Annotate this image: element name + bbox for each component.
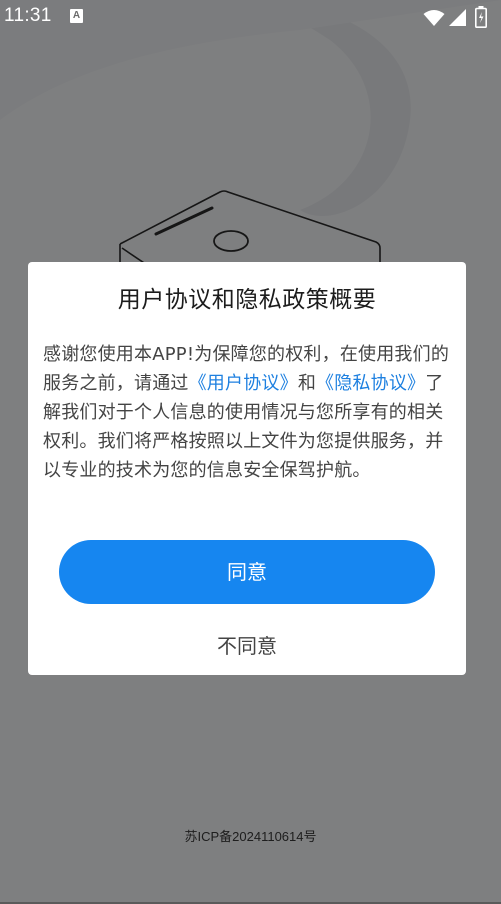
status-icons: [423, 6, 493, 28]
disagree-button[interactable]: 不同意: [167, 628, 327, 664]
status-time: 11:31: [4, 5, 52, 26]
dialog-body-text: 感谢您使用本APP!为保障您的权利，在使用我们的服务之前，请通过《用户协议》和《…: [43, 340, 451, 485]
agree-button[interactable]: 同意: [59, 540, 435, 604]
privacy-agreement-link[interactable]: 《隐私协议》: [316, 373, 425, 394]
status-bar: 11:31 A: [0, 0, 501, 34]
user-agreement-link[interactable]: 《用户协议》: [189, 373, 298, 394]
privacy-agreement-dialog: 用户协议和隐私政策概要 感谢您使用本APP!为保障您的权利，在使用我们的服务之前…: [28, 262, 466, 675]
notification-a-icon: A: [70, 9, 83, 23]
battery-icon: [475, 6, 487, 28]
dialog-title: 用户协议和隐私政策概要: [117, 287, 377, 313]
cellular-signal-icon: [449, 9, 466, 26]
body-text-part2: 和: [297, 373, 317, 394]
wifi-icon: [423, 10, 445, 26]
